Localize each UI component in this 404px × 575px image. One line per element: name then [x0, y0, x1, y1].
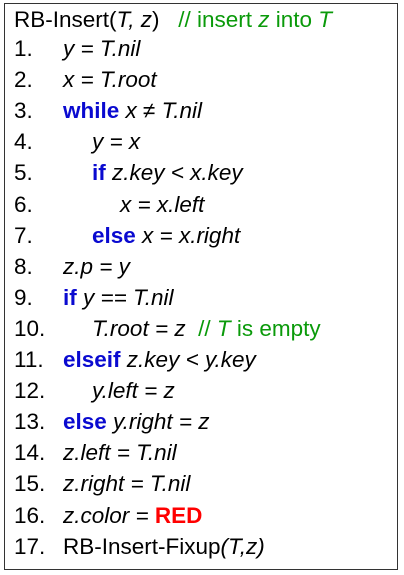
code-line: 16. z.color = RED — [5, 501, 395, 531]
line-code: T.root = z // T is empty — [92, 314, 321, 344]
code-text: y = x — [92, 129, 141, 155]
line-number: 11. — [14, 347, 44, 372]
code-text: y = T.nil — [63, 36, 141, 61]
code-text: z.p = y — [63, 253, 130, 279]
code-line: 11. elseif z.key < y.key — [5, 345, 395, 375]
line-number: 13. — [14, 409, 46, 435]
code-text: z.key < x.key — [105, 160, 243, 186]
line-number: 7. — [14, 222, 33, 248]
line-code: elseif z.key < y.key — [63, 345, 256, 375]
keyword: else — [63, 409, 107, 435]
line-code: if y == T.nil — [63, 283, 173, 313]
code-text: T.root = z — [92, 315, 186, 341]
comment-text: z — [258, 7, 270, 32]
comment-text: // insert — [178, 7, 259, 32]
line-code: x = T.root — [63, 65, 157, 95]
comment-text: T — [318, 7, 333, 32]
line-number: 10. — [14, 315, 46, 341]
comment-text: T — [216, 315, 231, 341]
code-text: y.right = z — [106, 409, 210, 435]
line-code: z.p = y — [63, 252, 130, 282]
line-code: else y.right = z — [63, 407, 210, 437]
code-line: 17. RB-Insert-Fixup(T,z) — [5, 532, 395, 562]
code-line: 9. if y == T.nil — [5, 283, 395, 313]
code-text: x = x.right — [135, 222, 241, 248]
line-number: 12. — [14, 378, 46, 404]
code-text: y.left = z — [92, 378, 175, 404]
code-text: ) — [151, 7, 179, 32]
code-line: 14. z.left = T.nil — [5, 438, 395, 468]
line-number: 6. — [14, 191, 33, 217]
procedure-title: RB-Insert(T, z) // insert z into T — [14, 5, 332, 35]
pseudocode-box: RB-Insert(T, z) // insert z into T 1. y = … — [4, 3, 398, 570]
code-text: z.left = T.nil — [63, 440, 177, 466]
line-code: z.right = T.nil — [63, 469, 190, 499]
code-text: z.color = — [63, 502, 155, 528]
code-line: 4. y = x — [5, 127, 395, 157]
line-code: y = x — [92, 127, 140, 157]
comment-text: // — [185, 315, 217, 341]
line-number: 1. — [14, 36, 33, 61]
keyword: else — [92, 222, 136, 248]
line-number: 16. — [14, 502, 46, 528]
keyword: if — [63, 284, 77, 310]
code-text: x ≠ T.nil — [119, 98, 203, 124]
code-text: RB-Insert-Fixup — [63, 533, 221, 559]
code-text: y == T.nil — [76, 284, 174, 310]
comment-text: is empty — [230, 315, 321, 341]
code-line: 2. x = T.root — [5, 65, 395, 95]
code-text: x = T.root — [63, 67, 157, 93]
red-constant: RED — [154, 502, 203, 528]
code-line: 10. T.root = z // T is empty — [5, 314, 395, 344]
code-line: 15. z.right = T.nil — [5, 469, 395, 499]
code-line: 7. else x = x.right — [5, 221, 395, 251]
line-code: else x = x.right — [92, 221, 240, 251]
line-number: 9. — [14, 284, 33, 310]
code-text: z.right = T.nil — [63, 471, 191, 497]
line-number: 15. — [14, 471, 46, 497]
line-code: z.color = RED — [63, 501, 202, 531]
comment-text: into — [269, 7, 319, 32]
line-number: 5. — [14, 160, 33, 186]
line-number: 14. — [14, 440, 46, 466]
code-line: 5. if z.key < x.key — [5, 158, 395, 188]
line-code: if z.key < x.key — [92, 158, 243, 188]
code-text: T, z — [116, 7, 152, 32]
line-number: 3. — [14, 98, 33, 124]
line-number: 2. — [14, 67, 33, 93]
code-line: 3. while x ≠ T.nil — [5, 96, 395, 126]
keyword: elseif — [63, 347, 121, 372]
line-code: y.left = z — [92, 376, 175, 406]
line-code: while x ≠ T.nil — [63, 96, 202, 126]
code-line: 1. y = T.nil — [5, 34, 395, 64]
code-text: x = x.left — [120, 191, 205, 217]
line-code: x = x.left — [120, 190, 204, 220]
code-line: 6. x = x.left — [5, 190, 395, 220]
code-line: 13. else y.right = z — [5, 407, 395, 437]
line-number: 4. — [14, 129, 33, 155]
line-code: z.left = T.nil — [63, 438, 177, 468]
line-code: y = T.nil — [63, 34, 140, 64]
keyword: while — [63, 98, 120, 124]
line-number: 17. — [14, 533, 46, 559]
code-text: (T,z) — [220, 533, 265, 559]
code-text: z.key < y.key — [120, 347, 256, 372]
code-line: 8. z.p = y — [5, 252, 395, 282]
line-code: RB-Insert-Fixup(T,z) — [63, 532, 265, 562]
keyword: if — [92, 160, 106, 186]
line-number: 8. — [14, 253, 33, 279]
code-text: RB-Insert( — [14, 7, 117, 32]
code-line: 12. y.left = z — [5, 376, 395, 406]
